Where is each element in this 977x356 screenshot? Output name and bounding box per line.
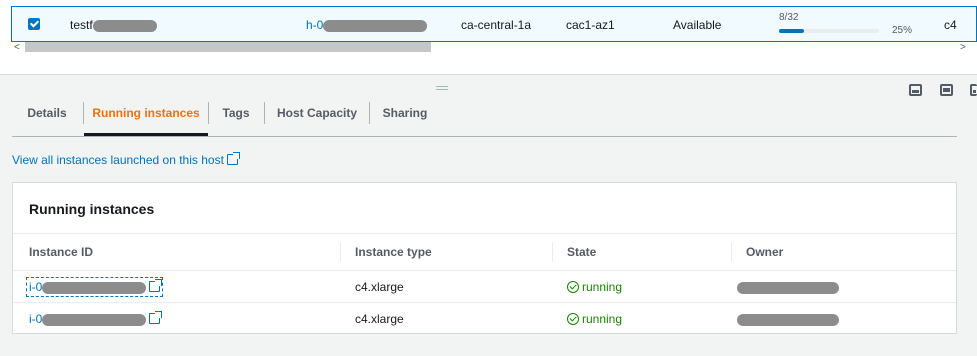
redacted-owner <box>737 281 839 294</box>
external-link-icon <box>149 279 163 292</box>
column-header-state: State <box>567 245 597 259</box>
tab-running-instances[interactable]: Running instances <box>84 96 208 136</box>
split-panel-side-icon[interactable] <box>940 84 953 96</box>
host-id-text: h-0 <box>306 18 324 32</box>
capacity-label: 8/32 <box>779 12 799 23</box>
instance-id-link[interactable]: i-0 <box>29 311 163 326</box>
view-all-instances-text: View all instances launched on this host <box>12 153 224 167</box>
running-instances-container: Running instances Instance ID Instance t… <box>12 182 957 334</box>
external-link-icon <box>226 152 240 165</box>
container-title: Running instances <box>29 201 155 217</box>
details-tabs: Details Running instances Tags Host Capa… <box>12 96 957 137</box>
split-panel-close-icon[interactable] <box>970 84 977 96</box>
instance-type-cell: c4.xlarge <box>355 280 404 294</box>
column-divider <box>552 242 553 262</box>
column-header-instance-type: Instance type <box>355 245 432 259</box>
redacted-name <box>92 19 157 32</box>
instance-state-cell: running <box>567 280 622 294</box>
tab-details[interactable]: Details <box>12 96 82 136</box>
column-header-instance-id: Instance ID <box>29 245 94 259</box>
scroll-right-icon[interactable]: > <box>960 42 966 53</box>
tab-sharing[interactable]: Sharing <box>370 96 440 136</box>
instance-type-cell: c4.xlarge <box>355 312 404 326</box>
host-state-cell: Available <box>673 18 722 32</box>
split-panel-bottom-icon[interactable] <box>909 84 922 96</box>
host-name-text: testf <box>70 18 93 32</box>
status-check-icon <box>567 281 579 293</box>
status-check-icon <box>567 313 579 325</box>
instance-family-cell: c4 <box>944 18 957 32</box>
horizontal-scrollbar-thumb[interactable] <box>25 42 431 52</box>
column-header-owner: Owner <box>746 245 784 259</box>
external-link-icon <box>149 311 163 324</box>
redacted-instance-id <box>42 281 147 294</box>
capacity-percent: 25% <box>892 25 913 36</box>
instance-state-text: running <box>582 312 623 326</box>
column-divider <box>731 242 732 262</box>
redacted-host-id <box>323 19 428 32</box>
instance-id-text: i-0 <box>29 312 43 326</box>
view-all-instances-link[interactable]: View all instances launched on this host <box>12 152 240 167</box>
table-row: i-0 c4.xlarge running <box>13 271 956 303</box>
scroll-left-icon[interactable]: < <box>14 42 20 53</box>
host-row-selected[interactable]: testf h-0 ca-central-1a cac1-az1 Availab… <box>11 6 977 42</box>
redacted-owner <box>737 313 839 326</box>
owner-cell <box>737 280 839 294</box>
split-panel-drag-handle-icon[interactable] <box>436 86 448 90</box>
instance-id-text: i-0 <box>29 280 43 294</box>
owner-cell <box>737 312 839 326</box>
instance-state-text: running <box>582 280 623 294</box>
zone-id-cell: cac1-az1 <box>566 18 615 32</box>
row-checkbox-icon[interactable] <box>28 18 40 30</box>
capacity-progress-fill <box>779 29 804 33</box>
host-name-cell: testf <box>70 18 157 32</box>
tab-tags[interactable]: Tags <box>209 96 263 136</box>
redacted-instance-id <box>42 313 147 326</box>
host-id-link[interactable]: h-0 <box>306 18 428 32</box>
tab-host-capacity[interactable]: Host Capacity <box>265 96 369 136</box>
table-header: Instance ID Instance type State Owner <box>13 233 956 271</box>
hosts-table: testf h-0 ca-central-1a cac1-az1 Availab… <box>0 0 977 75</box>
availability-zone-cell: ca-central-1a <box>461 18 532 32</box>
capacity-progress-bar <box>779 29 879 33</box>
instance-id-link[interactable]: i-0 <box>25 277 164 297</box>
column-divider <box>340 242 341 262</box>
table-row: i-0 c4.xlarge running <box>13 303 956 335</box>
instance-state-cell: running <box>567 312 622 326</box>
